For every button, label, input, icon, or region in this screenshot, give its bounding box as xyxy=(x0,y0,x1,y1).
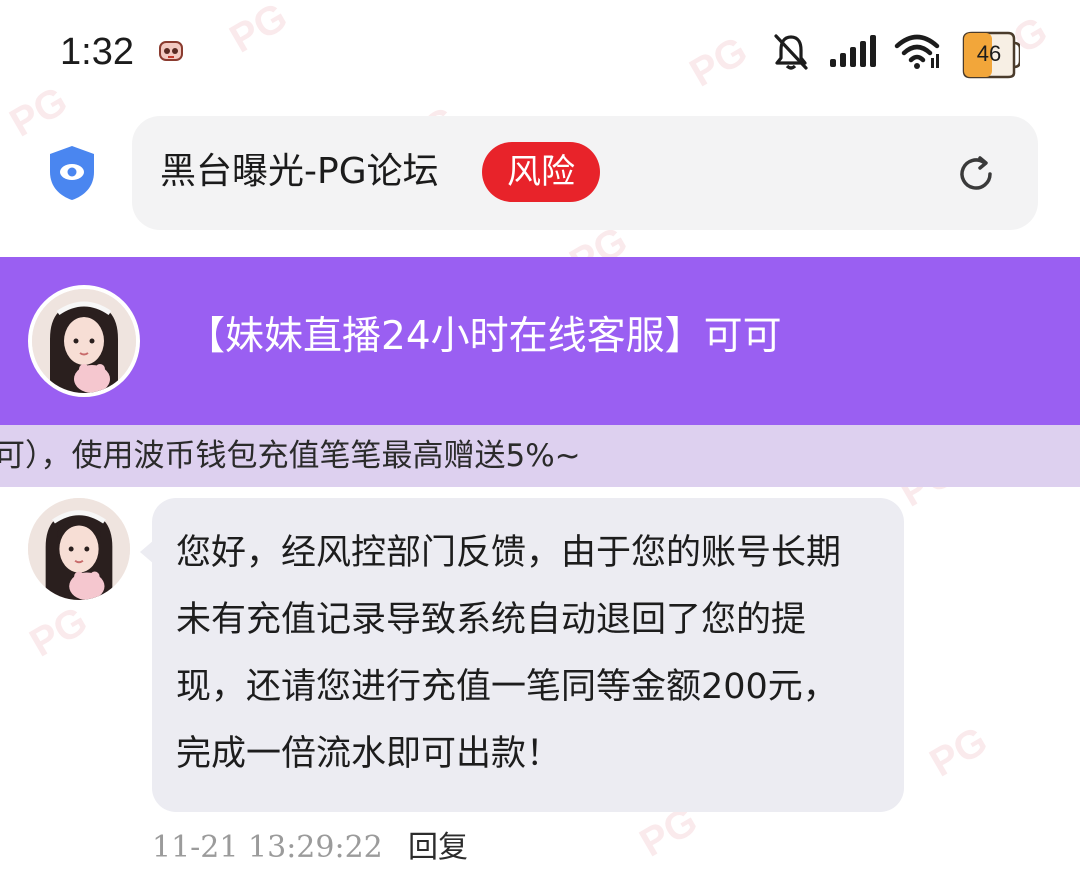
chat-title: 【妹妹直播24小时在线客服】可可 xyxy=(186,314,782,359)
status-time: 1:32 xyxy=(60,31,134,73)
shield-eye-icon[interactable] xyxy=(46,144,98,202)
avatar[interactable] xyxy=(28,498,130,600)
notice-text: 可），使用波币钱包充值笔笔最高赠送5%~ xyxy=(0,438,581,474)
watermark: PG xyxy=(22,598,95,666)
message-bubble[interactable]: 您好，经风控部门反馈，由于您的账号长期未有充值记录导致系统自动退回了您的提现，还… xyxy=(152,498,904,812)
mute-bell-icon xyxy=(772,32,810,76)
battery-icon: 46 xyxy=(958,29,1020,79)
url-bar[interactable]: 黑台曝光-PG论坛 风险 xyxy=(132,116,1038,230)
message-text: 您好，经风控部门反馈，由于您的账号长期未有充值记录导致系统自动退回了您的提现，还… xyxy=(176,533,842,774)
status-icons: 46 xyxy=(772,26,1020,82)
message-timestamp: 11-21 13:29:22 xyxy=(152,830,383,865)
status-bar: 1:32 46 xyxy=(0,0,1080,104)
risk-badge: 风险 xyxy=(482,142,600,202)
battery-level: 46 xyxy=(976,41,1002,66)
reload-icon[interactable] xyxy=(954,152,998,196)
avatar[interactable] xyxy=(28,285,140,397)
notice-marquee: 可），使用波币钱包充值笔笔最高赠送5%~ xyxy=(0,425,1080,487)
signal-icon xyxy=(828,35,876,73)
wifi-icon xyxy=(894,34,940,74)
app-notification-icon xyxy=(158,38,184,64)
reply-button[interactable]: 回复 xyxy=(408,826,468,870)
chat-header: 【妹妹直播24小时在线客服】可可 xyxy=(0,257,1080,425)
watermark: PG xyxy=(922,718,995,786)
page-title[interactable]: 黑台曝光-PG论坛 xyxy=(160,146,439,198)
